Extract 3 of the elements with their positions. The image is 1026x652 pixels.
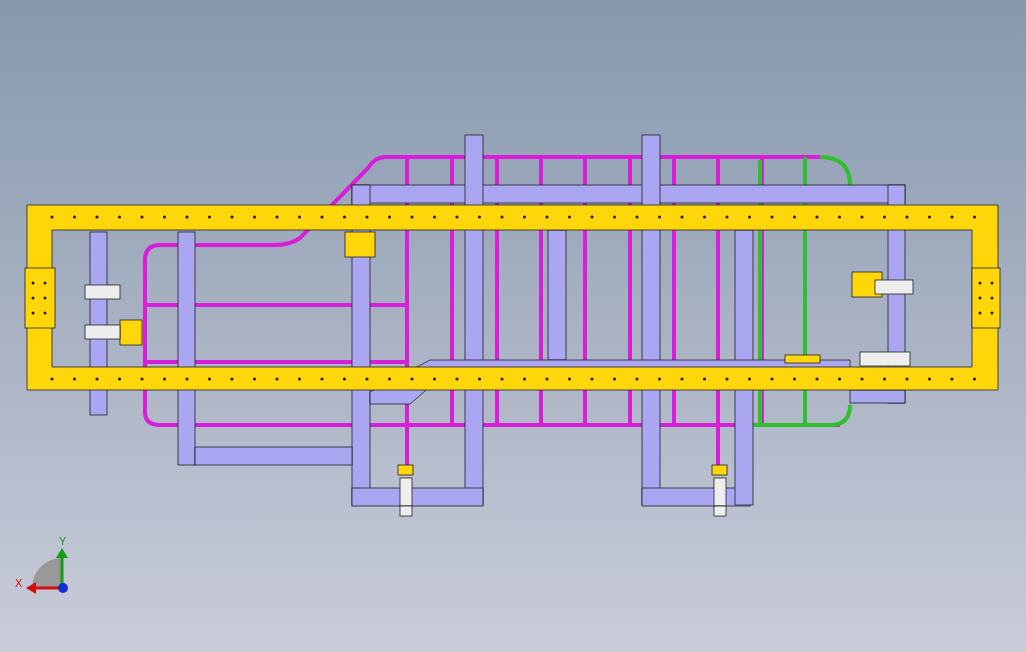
axis-triad-drawing [26,548,68,594]
x-axis-label: X [15,577,23,589]
y-axis-label: Y [59,535,67,547]
